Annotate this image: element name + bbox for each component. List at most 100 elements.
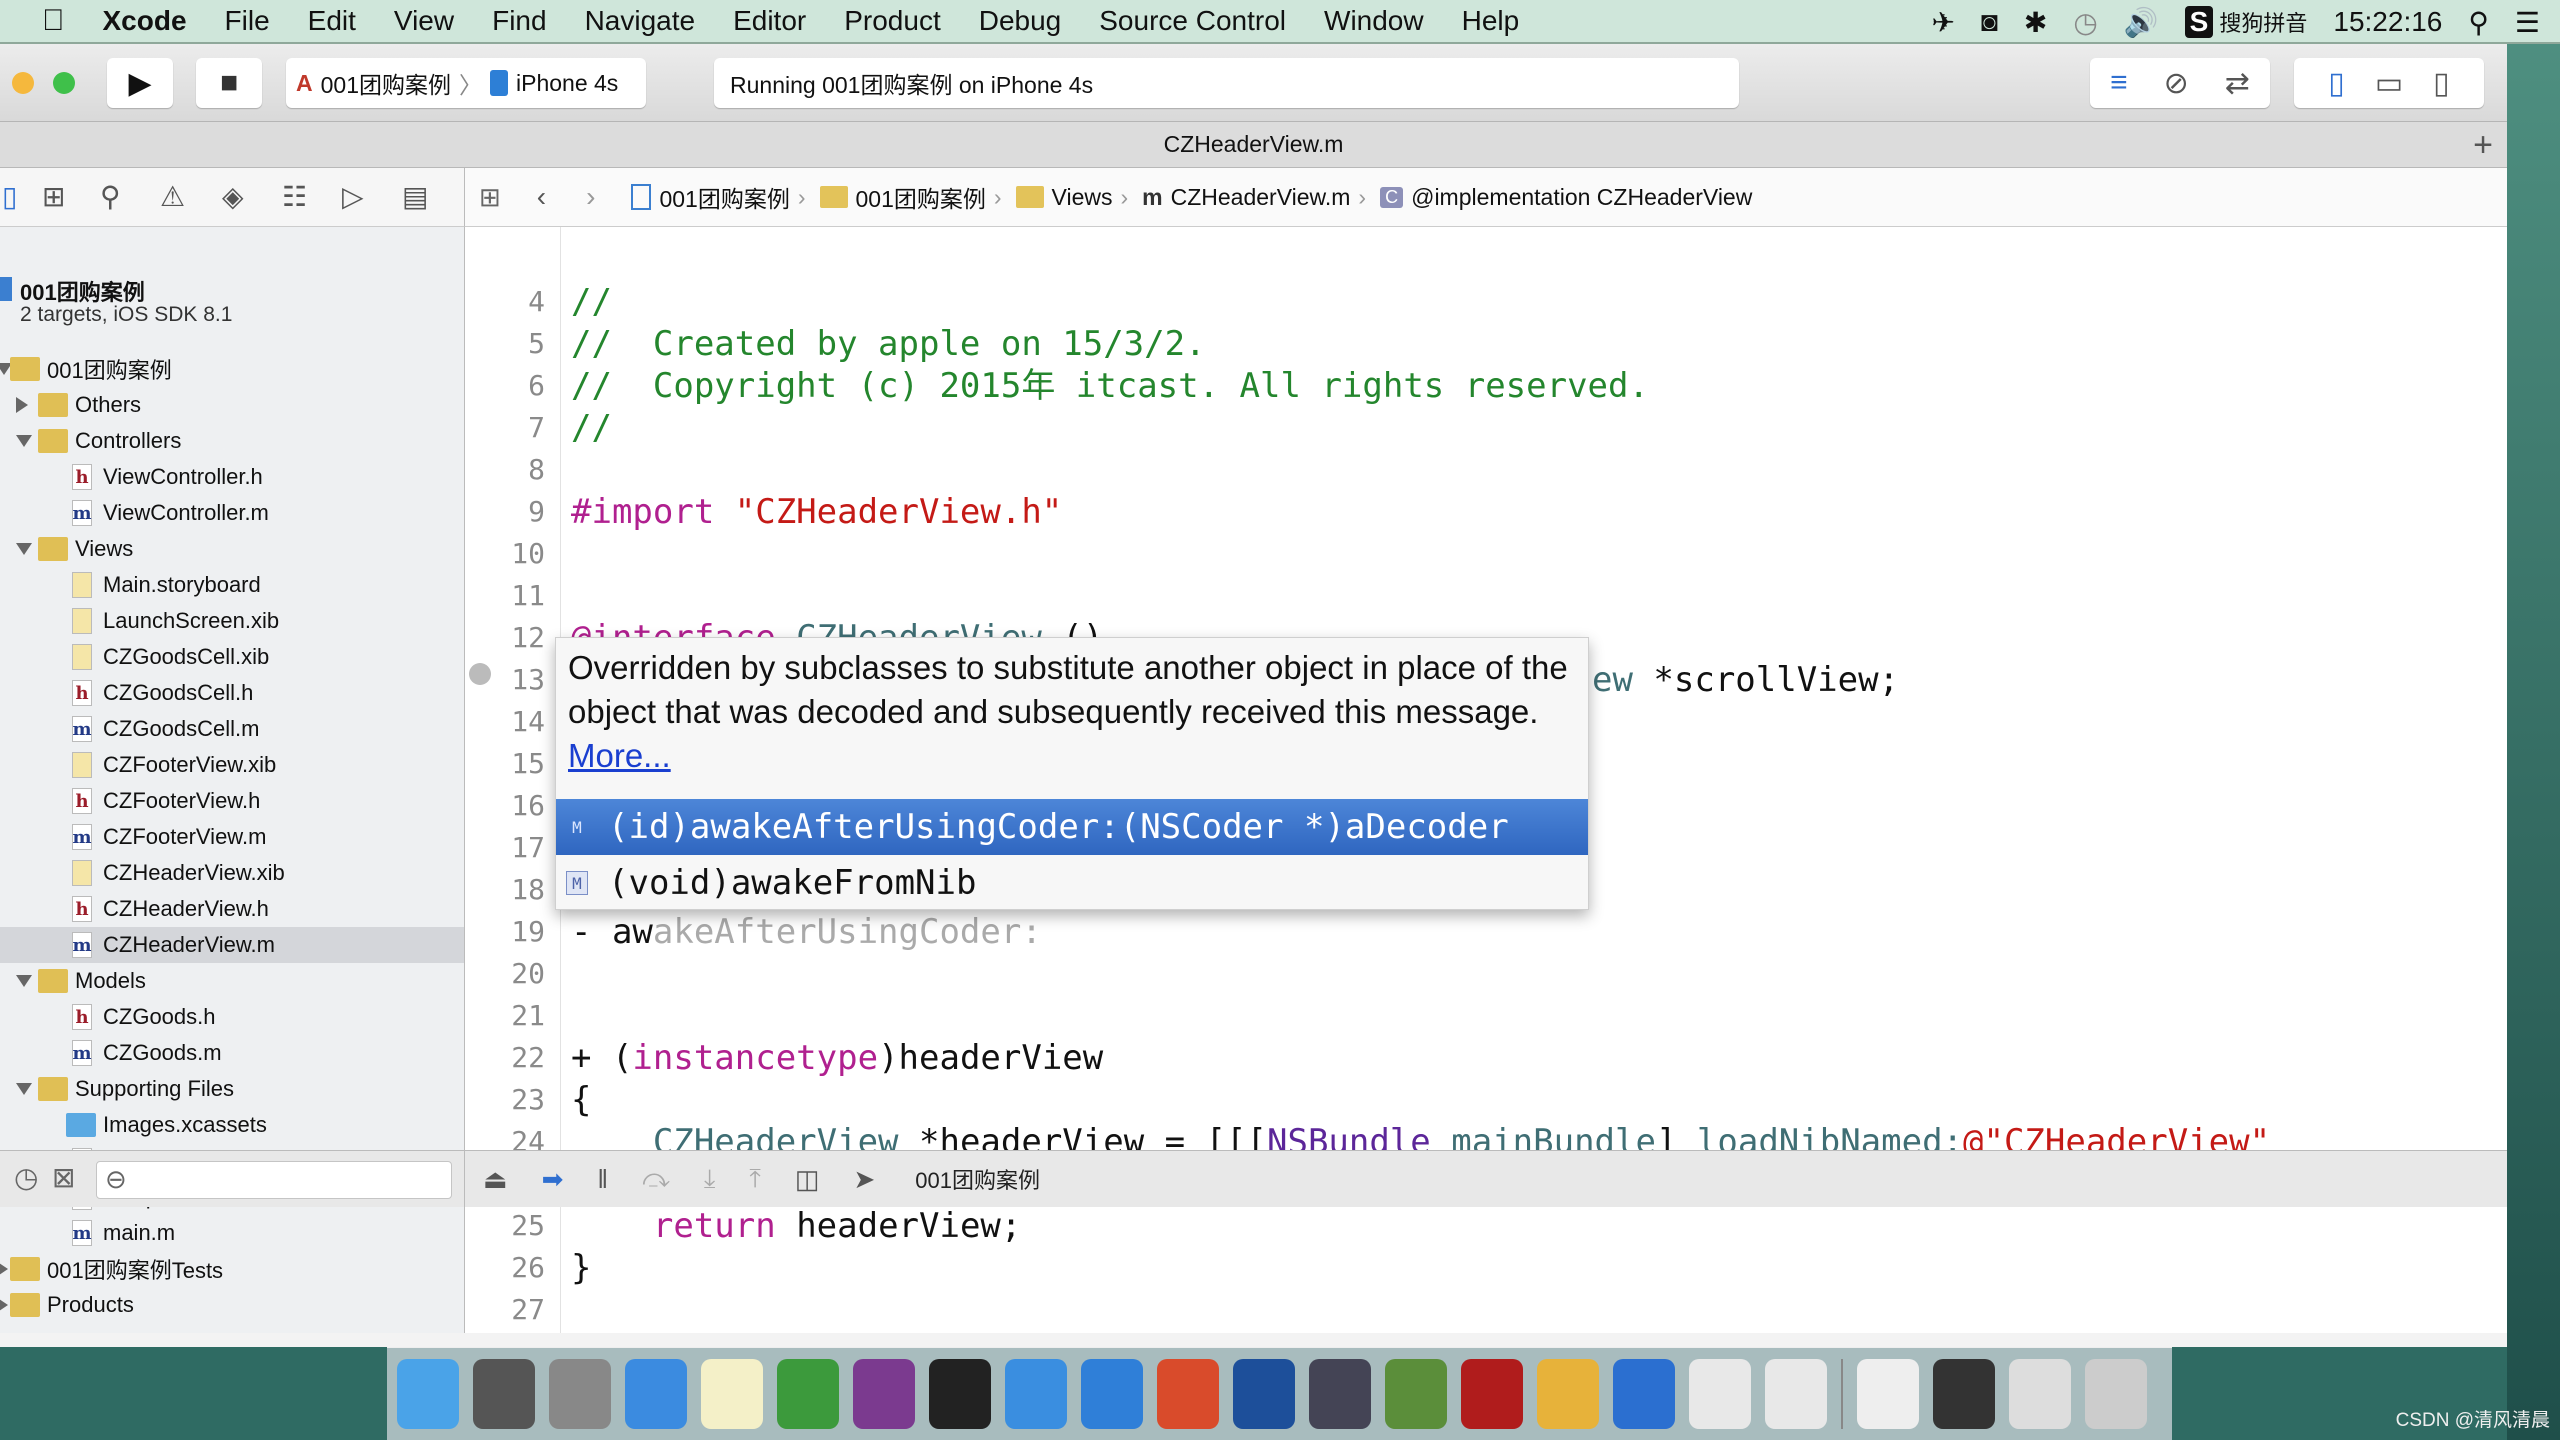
dock-excel-icon[interactable] [777,1359,839,1429]
menu-debug[interactable]: Debug [979,5,1062,37]
navigator-item[interactable]: 001团购案例Tests [0,1251,464,1287]
navigator-toggle-icon[interactable]: ▯ [2328,66,2345,101]
debug-target-label[interactable]: 001团购案例 [915,1163,1040,1195]
forward-button[interactable]: › [586,181,595,213]
navigator-item[interactable]: CZGoodsCell.xib [0,639,464,675]
navigator-item[interactable]: CZFooterView.xib [0,747,464,783]
time-machine-icon[interactable]: ◷ [2073,6,2097,39]
navigator-item[interactable]: m CZHeaderView.m [0,927,464,963]
menu-view[interactable]: View [394,5,454,37]
spotlight-icon[interactable]: ⚲ [2468,6,2489,39]
menu-help[interactable]: Help [1462,5,1520,37]
navigator-item[interactable]: m CZGoodsCell.m [0,711,464,747]
dock-monitor-icon[interactable] [1933,1359,1995,1429]
more-link[interactable]: More... [568,737,671,774]
version-editor-icon[interactable]: ⇄ [2225,66,2250,101]
notification-center-icon[interactable]: ☰ [2515,6,2540,39]
navigator-item[interactable]: m ViewController.m [0,495,464,531]
recent-files-icon[interactable]: ◷ [14,1161,38,1194]
disclosure-open-icon[interactable] [16,1083,32,1095]
menu-find[interactable]: Find [492,5,546,37]
symbol-navigator-icon[interactable]: ⊞ [42,180,65,213]
view-debugger-icon[interactable]: ◫ [795,1164,820,1195]
navigator-item[interactable]: 001团购案例 [0,351,464,387]
dock-instruments-icon[interactable] [1233,1359,1295,1429]
navigator-item[interactable]: h CZFooterView.h [0,783,464,819]
navigator-item[interactable]: h CZGoodsCell.h [0,675,464,711]
completion-item[interactable]: M (id)awakeAfterUsingCoder:(NSCoder *)aDe… [556,799,1588,855]
stop-button[interactable]: ■ [196,58,262,108]
minimize-button[interactable] [12,72,34,94]
airplane-icon[interactable]: ✈ [1932,6,1955,39]
dock-filezilla-icon[interactable] [1461,1359,1523,1429]
debug-area-toggle-icon[interactable]: ▭ [2375,66,2403,101]
navigator-item[interactable]: Controllers [0,423,464,459]
assistant-editor-icon[interactable]: ⊘ [2164,66,2189,101]
dock-xcode-icon[interactable] [1005,1359,1067,1429]
debug-navigator-icon[interactable]: ☷ [282,180,307,213]
project-navigator-icon[interactable]: ▯ [2,180,17,213]
step-out-icon[interactable]: ⤒ [749,1163,761,1195]
tab-czheaderview-m[interactable]: CZHeaderView.m [1164,131,1344,158]
input-method-menu[interactable]: S 搜狗拼音 [2184,6,2307,38]
navigator-item[interactable]: Supporting Files [0,1071,464,1107]
navigator-item[interactable]: Main.storyboard [0,567,464,603]
navigator-item[interactable]: Others [0,387,464,423]
dock-document-icon[interactable] [1857,1359,1919,1429]
disclosure-closed-icon[interactable] [16,397,28,413]
navigator-item[interactable]: LaunchScreen.xib [0,603,464,639]
disclosure-open-icon[interactable] [16,435,32,447]
clock[interactable]: 15:22:16 [2333,6,2442,38]
menu-app[interactable]: Xcode [103,5,187,37]
navigator-item[interactable]: h ViewController.h [0,459,464,495]
dock-app-icon[interactable] [1081,1359,1143,1429]
related-items-icon[interactable]: ⊞ [479,182,501,213]
dock-imovie-icon[interactable] [1309,1359,1371,1429]
menu-editor[interactable]: Editor [733,5,806,37]
navigator-item[interactable]: m CZFooterView.m [0,819,464,855]
filter-input[interactable]: ⊖ [96,1161,452,1199]
navigator-item[interactable]: Products [0,1287,464,1323]
menu-product[interactable]: Product [844,5,941,37]
navigator-item[interactable]: h CZGoods.h [0,999,464,1035]
breadcrumb-symbol[interactable]: C @implementation CZHeaderView [1380,184,1752,211]
apple-menu-icon[interactable]:  [42,4,65,38]
breakpoints-toggle-icon[interactable]: ➡ [542,1164,564,1195]
menu-window[interactable]: Window [1324,5,1424,37]
pause-icon[interactable]: ‖ [597,1164,608,1195]
breadcrumb-file[interactable]: m CZHeaderView.m [1142,184,1350,211]
dock-powerpoint-icon[interactable] [1157,1359,1219,1429]
navigator-item[interactable]: Views [0,531,464,567]
back-button[interactable]: ‹ [537,181,546,213]
camera-icon[interactable]: ◙ [1981,6,1998,38]
dock-finder-icon[interactable] [397,1359,459,1429]
source-control-filter-icon[interactable]: ⊠ [52,1161,75,1194]
dock-launchpad-icon[interactable] [549,1359,611,1429]
location-icon[interactable]: ➤ [854,1164,876,1195]
dock-app3-icon[interactable] [1689,1359,1751,1429]
navigator-item[interactable]: CZHeaderView.xib [0,855,464,891]
breadcrumb-group[interactable]: 001团购案例 [819,180,986,214]
navigator-item[interactable]: h CZHeaderView.h [0,891,464,927]
zoom-button[interactable] [53,72,75,94]
dock-onenote-icon[interactable] [853,1359,915,1429]
utilities-toggle-icon[interactable]: ▯ [2433,66,2450,101]
menu-file[interactable]: File [225,5,270,37]
disclosure-open-icon[interactable] [16,975,32,987]
run-button[interactable]: ▶ [107,58,173,108]
bluetooth-icon[interactable]: ✱ [2024,6,2047,39]
volume-icon[interactable]: 🔊 [2124,6,2159,39]
issue-navigator-icon[interactable]: ⚠ [160,180,185,213]
disclosure-closed-icon[interactable] [0,1297,8,1313]
dock-system-preferences-icon[interactable] [473,1359,535,1429]
standard-editor-icon[interactable]: ≡ [2110,66,2128,100]
step-over-icon[interactable]: ⤼ [642,1163,670,1195]
search-icon[interactable]: ⚲ [100,180,121,213]
navigator-item[interactable]: m main.m [0,1215,464,1251]
breadcrumb-project[interactable]: 001团购案例 [631,180,790,214]
menu-source-control[interactable]: Source Control [1099,5,1286,37]
menu-navigate[interactable]: Navigate [585,5,696,37]
navigator-item[interactable]: Models [0,963,464,999]
dock-app2-icon[interactable] [1537,1359,1599,1429]
breakpoint-navigator-icon[interactable]: ▷ [342,180,364,213]
